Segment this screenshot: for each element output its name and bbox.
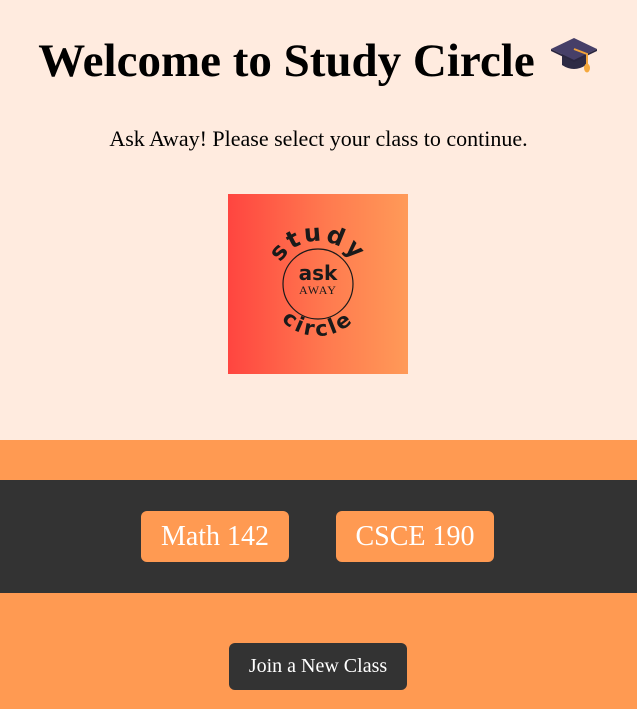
- hero-section: Welcome to Study Circle Ask Away! Please…: [0, 0, 637, 440]
- logo-center-main: ask: [299, 261, 338, 285]
- study-circle-logo: study circle ask AWAY: [228, 194, 408, 374]
- graduation-cap-icon: [549, 32, 599, 90]
- join-new-class-button[interactable]: Join a New Class: [229, 643, 407, 690]
- class-button-math-142[interactable]: Math 142: [141, 511, 289, 562]
- page-title-text: Welcome to Study Circle: [38, 35, 535, 87]
- logo-arc-bottom: circle: [278, 306, 358, 342]
- page-subtitle: Ask Away! Please select your class to co…: [109, 126, 528, 151]
- class-button-csce-190[interactable]: CSCE 190: [336, 511, 494, 562]
- logo-center-sub: AWAY: [299, 283, 337, 297]
- page-title: Welcome to Study Circle: [0, 34, 637, 94]
- class-list-band: [0, 480, 637, 593]
- logo-arc-top: study: [263, 218, 372, 266]
